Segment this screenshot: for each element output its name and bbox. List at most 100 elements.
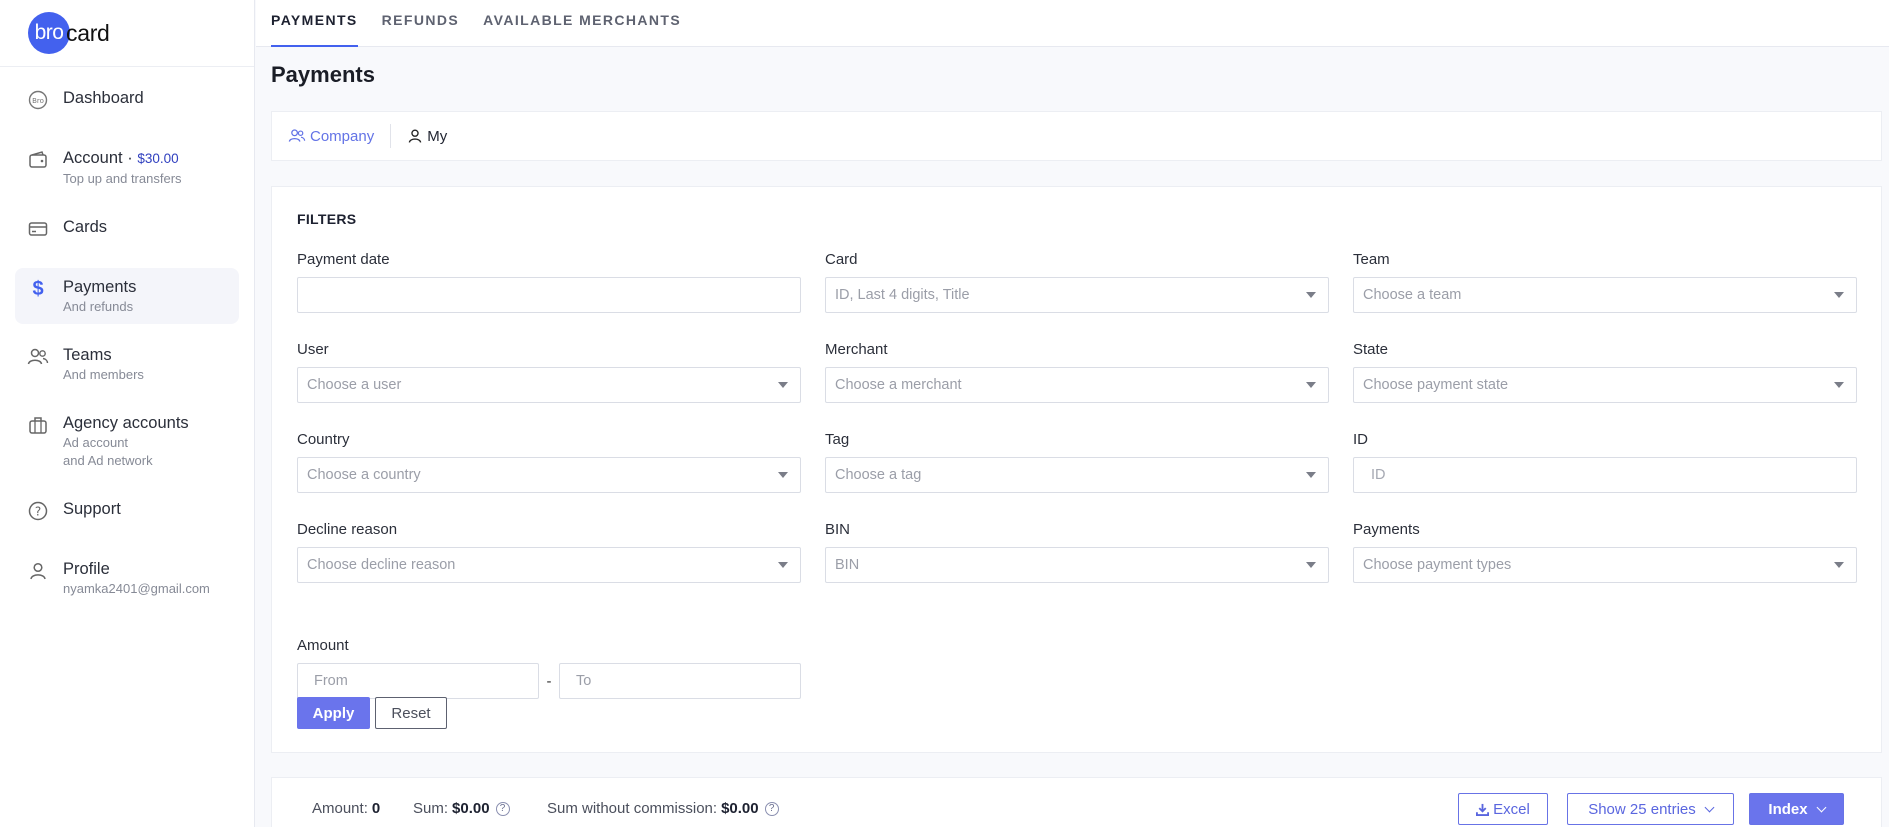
field-label: BIN <box>825 521 851 538</box>
payments-type-select[interactable]: Choose payment types <box>1353 547 1857 583</box>
card-icon <box>27 218 49 240</box>
sidebar-item-agency-accounts[interactable]: Agency accounts Ad account and Ad networ… <box>15 404 239 478</box>
question-icon: ? <box>27 500 49 522</box>
reset-button[interactable]: Reset <box>375 697 447 729</box>
download-icon <box>1476 803 1490 816</box>
summary-sum: Sum: $0.00 ? <box>413 800 510 817</box>
placeholder: Choose payment state <box>1363 377 1509 393</box>
sidebar-item-label: Support <box>63 500 121 518</box>
sidebar-item-support[interactable]: ? Support <box>15 490 239 538</box>
field-label: ID <box>1353 431 1368 448</box>
placeholder: ID, Last 4 digits, Title <box>835 287 970 303</box>
scope-my-button[interactable]: My <box>391 128 463 145</box>
placeholder: Choose a user <box>307 377 402 393</box>
user-select[interactable]: Choose a user <box>297 367 801 403</box>
chevron-down-icon <box>1704 802 1715 812</box>
id-field: ID ID <box>1353 431 1857 493</box>
country-select[interactable]: Choose a country <box>297 457 801 493</box>
sidebar-item-sub: Ad account <box>63 435 129 450</box>
sidebar-item-profile[interactable]: Profile nyamka2401@gmail.com <box>15 550 239 606</box>
user-icon <box>407 128 423 144</box>
sidebar-item-sub: Top up and transfers <box>63 171 182 186</box>
index-label: Index <box>1768 800 1808 818</box>
summary-sum-wo-value: $0.00 <box>721 800 759 817</box>
tag-select[interactable]: Choose a tag <box>825 457 1329 493</box>
summary-sum-wo-label: Sum without commission: <box>547 800 718 817</box>
merchant-select[interactable]: Choose a merchant <box>825 367 1329 403</box>
wallet-icon <box>27 149 49 171</box>
caret-down-icon <box>778 562 788 568</box>
sidebar-item-label: Profile <box>63 560 110 578</box>
apply-button[interactable]: Apply <box>297 697 370 729</box>
field-label: Decline reason <box>297 521 398 538</box>
payment-date-field: Payment date <box>297 251 801 313</box>
help-icon[interactable]: ? <box>764 801 779 816</box>
field-label: Payment date <box>297 251 390 268</box>
placeholder: Choose payment types <box>1363 557 1512 573</box>
filters-panel: FILTERS Payment date Card ID, Last 4 dig… <box>271 186 1882 753</box>
amount-separator: - <box>546 672 552 690</box>
country-field: Country Choose a country <box>297 431 801 493</box>
field-label: Merchant <box>825 341 888 358</box>
id-input[interactable]: ID <box>1353 457 1857 493</box>
summary-amount-label: Amount: <box>312 800 368 817</box>
summary-sum-value: $0.00 <box>452 800 490 817</box>
caret-down-icon <box>1834 292 1844 298</box>
sidebar-item-label: Account <box>63 149 123 167</box>
placeholder: Choose a country <box>307 467 421 483</box>
caret-down-icon <box>778 382 788 388</box>
svg-text:?: ? <box>35 505 41 519</box>
users-icon <box>288 128 306 144</box>
field-label: Team <box>1353 251 1390 268</box>
team-select[interactable]: Choose a team <box>1353 277 1857 313</box>
tab-refunds[interactable]: REFUNDS <box>382 0 459 47</box>
logo[interactable]: bro card <box>0 0 254 67</box>
logo-mark: bro <box>28 12 70 54</box>
show-entries-select[interactable]: Show 25 entries <box>1567 793 1734 825</box>
summary-amount-value: 0 <box>371 800 381 817</box>
card-select[interactable]: ID, Last 4 digits, Title <box>825 277 1329 313</box>
tab-available-merchants[interactable]: AVAILABLE MERCHANTS <box>483 0 681 47</box>
state-select[interactable]: Choose payment state <box>1353 367 1857 403</box>
field-label: Payments <box>1353 521 1420 538</box>
chevron-down-icon <box>1816 802 1827 812</box>
excel-label: Excel <box>1493 800 1530 818</box>
amount-field: Amount From - To <box>297 637 801 699</box>
account-balance: $30.00 <box>137 151 179 166</box>
help-icon[interactable]: ? <box>495 801 510 816</box>
sidebar-item-cards[interactable]: Cards <box>15 208 239 256</box>
sidebar-item-label: Dashboard <box>63 89 144 107</box>
summary-sum-without-commission: Sum without commission: $0.00 ? <box>547 800 779 817</box>
payments-field: Payments Choose payment types <box>1353 521 1857 583</box>
sidebar-item-label: Cards <box>63 218 108 236</box>
sidebar-item-teams[interactable]: Teams And members <box>15 336 239 392</box>
amount-to-input[interactable]: To <box>559 663 801 699</box>
decline-reason-select[interactable]: Choose decline reason <box>297 547 801 583</box>
scope-company-button[interactable]: Company <box>272 124 392 148</box>
payment-date-input[interactable] <box>297 277 801 313</box>
placeholder: Choose a tag <box>835 467 922 483</box>
bin-select[interactable]: BIN <box>825 547 1329 583</box>
state-field: State Choose payment state <box>1353 341 1857 403</box>
user-icon <box>27 560 49 582</box>
tab-payments[interactable]: PAYMENTS <box>271 0 358 47</box>
decline-reason-field: Decline reason Choose decline reason <box>297 521 801 583</box>
sidebar-item-payments[interactable]: $ Payments And refunds <box>15 268 239 324</box>
caret-down-icon <box>1834 562 1844 568</box>
tag-field: Tag Choose a tag <box>825 431 1329 493</box>
sidebar-item-account[interactable]: Account · $30.00 Top up and transfers <box>15 139 239 196</box>
sidebar-item-dashboard[interactable]: Bro Dashboard <box>15 79 239 127</box>
amount-from-input[interactable]: From <box>297 663 539 699</box>
sidebar: bro card Bro Dashboard Account · $30.00 … <box>0 0 255 827</box>
caret-down-icon <box>1834 382 1844 388</box>
card-field: Card ID, Last 4 digits, Title <box>825 251 1329 313</box>
field-label: Amount <box>297 637 349 654</box>
briefcase-icon <box>27 414 49 436</box>
page-title: Payments <box>271 62 375 87</box>
summary-amount: Amount: 0 <box>312 800 380 817</box>
placeholder: Choose a team <box>1363 287 1462 303</box>
excel-export-button[interactable]: Excel <box>1458 793 1548 825</box>
index-dropdown-button[interactable]: Index <box>1749 793 1844 825</box>
logo-text: card <box>66 19 110 46</box>
users-icon <box>27 346 49 368</box>
